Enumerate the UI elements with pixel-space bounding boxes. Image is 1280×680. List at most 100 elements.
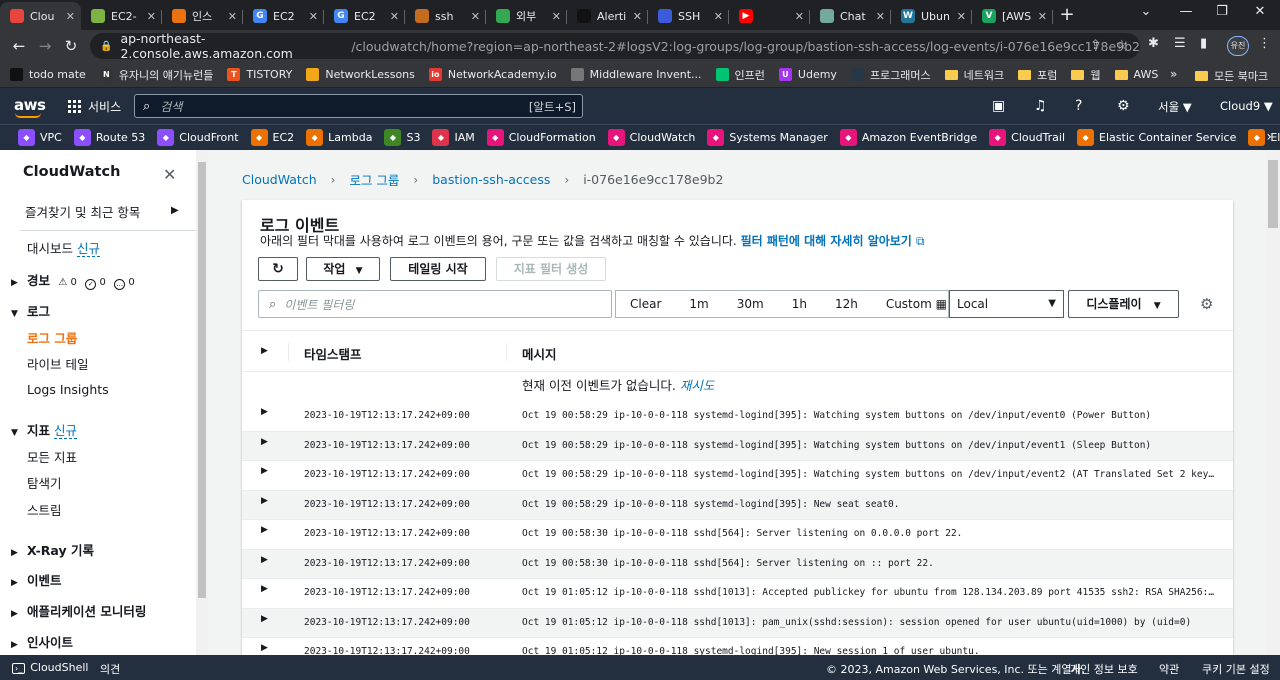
aws-favorite-service[interactable]: ◆ VPC [18,129,62,146]
time-option-1h[interactable]: 1h [778,297,821,311]
tab-close-icon[interactable]: ✕ [147,10,156,23]
aws-favorite-service[interactable]: ◆ CloudWatch [607,129,695,146]
sidebar-section-app-monitoring[interactable]: ▶ 애플리케이션 모니터링 [11,601,146,620]
bookmark-item[interactable]: 인프런 [715,67,765,83]
sidebar-item-streams[interactable]: 스트림 [27,500,62,519]
sidebar-scrollbar-thumb[interactable] [198,162,206,598]
aws-favorite-service[interactable]: ◆ CloudFormation [486,129,596,146]
bookmark-folder[interactable]: AWS [1114,68,1158,81]
all-bookmarks[interactable]: 모든 북마크 [1195,68,1268,84]
caret-right-icon[interactable]: ▶ [261,346,268,356]
browser-menu-icon[interactable]: ⋮ [1258,36,1271,51]
tab-close-icon[interactable]: ✕ [552,10,561,23]
aws-favorite-service[interactable]: ◆ Lambda [306,129,372,146]
cookie-preferences-link[interactable]: 쿠키 기본 설정 [1202,661,1270,677]
browser-tab[interactable]: W Ubun ✕ [891,2,972,30]
window-close-icon[interactable]: ✕ [1242,4,1278,19]
sidebar-item-logs-insights[interactable]: Logs Insights [27,382,109,397]
start-tailing-button[interactable]: 테일링 시작 [390,257,486,281]
aws-favorite-service[interactable]: ◆ CloudFront [157,129,239,146]
caret-right-icon[interactable]: ▶ [261,525,268,535]
sidebar-item-dashboard[interactable]: 대시보드 신규 [27,238,101,257]
aws-favorite-service[interactable]: ◆ Systems Manager [707,129,828,146]
aws-favorite-service[interactable]: ◆ Elastic Container Service [1077,129,1236,146]
cloudshell-icon[interactable]: ▣ [992,98,1005,114]
browser-tab[interactable]: 인스 ✕ [162,2,243,30]
bookmark-item[interactable]: NetworkLessons [306,68,415,81]
sidebar-item-explorer[interactable]: 탐색기 [27,473,62,492]
browser-tab[interactable]: ▶ ✕ [729,2,810,30]
sidebar-section-metrics[interactable]: ▼ 지표 신규 [11,420,78,439]
caret-right-icon[interactable]: ▶ [261,437,268,447]
sidebar-section-insights[interactable]: ▶ 인사이트 [11,632,73,651]
tab-close-icon[interactable]: ✕ [714,10,723,23]
browser-tab[interactable]: G EC2 ✕ [243,2,324,30]
feedback-link[interactable]: 의견 [100,661,120,677]
services-menu[interactable]: 서비스 [68,98,121,115]
caret-right-icon[interactable]: ▶ [261,496,268,506]
sidebar-section-alarms[interactable]: ▶ 경보 ⚠ 0 ✓ 0 … 0 [11,270,135,290]
caret-right-icon[interactable]: ▶ [261,466,268,476]
bookmark-folder[interactable]: 포럼 [1018,67,1057,83]
forward-icon[interactable]: → [34,36,56,56]
aws-favorite-service[interactable]: ◆ IAM [432,129,475,146]
caret-right-icon[interactable]: ▶ [171,205,179,216]
aws-favorite-service[interactable]: ◆ EC2 [250,129,294,146]
sidebar-favorites[interactable]: 즐겨찾기 및 최근 항목 [25,202,140,221]
bookmarks-more-icon[interactable]: » [1170,67,1177,81]
log-event-row[interactable]: ▶ 2023-10-19T12:13:17.242+09:00 Oct 19 00:… [242,520,1233,550]
breadcrumb-log-groups[interactable]: 로그 그룹 [349,170,399,189]
log-event-row[interactable]: ▶ 2023-10-19T12:13:17.242+09:00 Oct 19 01:… [242,608,1233,638]
browser-tab[interactable]: SSH ✕ [648,2,729,30]
breadcrumb-log-group[interactable]: bastion-ssh-access [432,172,550,187]
cloudshell-link[interactable]: ›_ CloudShell [12,661,88,674]
terms-link[interactable]: 약관 [1159,661,1179,677]
extensions-icon[interactable]: ✱ [1148,36,1159,51]
bookmark-item[interactable]: N 유자니의 얘기뉴런들 [99,67,213,83]
side-panel-icon[interactable]: ▮ [1200,36,1207,51]
browser-tab[interactable]: ssh ✕ [405,2,486,30]
tab-close-icon[interactable]: ✕ [633,10,642,23]
bookmark-item[interactable]: io NetworkAcademy.io [428,68,557,81]
browser-tab[interactable]: Chat ✕ [810,2,891,30]
aws-favorite-service[interactable]: ◆ CloudTrail [989,129,1065,146]
tab-close-icon[interactable]: ✕ [957,10,966,23]
aws-search-input[interactable]: ⌕ 검색 [알트+S] [134,94,583,118]
display-button[interactable]: 디스플레이 ▼ [1068,290,1179,318]
aws-logo[interactable]: aws [14,96,46,118]
caret-right-icon[interactable]: ▶ [261,555,268,565]
browser-tab[interactable]: EC2- ✕ [81,2,162,30]
aws-favorite-service[interactable]: ◆ S3 [384,129,420,146]
learn-more-link[interactable]: 필터 패턴에 대해 자세히 알아보기 ⧉ [741,234,925,248]
profile-avatar[interactable]: 유진 [1227,36,1249,56]
column-message[interactable]: 메시지 [522,344,557,363]
sidebar-section-events[interactable]: ▶ 이벤트 [11,570,62,589]
refresh-button[interactable]: ↻ [258,257,298,281]
bookmark-folder[interactable]: 웹 [1071,67,1101,83]
time-option-30m[interactable]: 30m [723,297,778,311]
tab-close-icon[interactable]: ✕ [309,10,318,23]
tab-close-icon[interactable]: ✕ [795,10,804,23]
minimize-icon[interactable]: — [1168,4,1204,19]
log-event-row[interactable]: ▶ 2023-10-19T12:13:17.242+09:00 Oct 19 00:… [242,490,1233,520]
browser-tab[interactable]: G EC2 ✕ [324,2,405,30]
caret-right-icon[interactable]: ▶ [261,643,268,653]
sidebar-item-log-groups[interactable]: 로그 그룹 [27,328,77,347]
create-metric-filter-button[interactable]: 지표 필터 생성 [496,257,606,281]
gear-icon[interactable]: ⚙ [1200,295,1213,313]
tab-close-icon[interactable]: ✕ [66,10,75,23]
bookmark-item[interactable]: Middleware Invent... [570,68,702,81]
time-option-12h[interactable]: 12h [821,297,872,311]
privacy-link[interactable]: 개인 정보 보호 [1070,661,1138,677]
log-event-row[interactable]: ▶ 2023-10-19T12:13:17.242+09:00 Oct 19 00:… [242,549,1233,579]
caret-right-icon[interactable]: ▶ [261,407,268,417]
close-icon[interactable]: ✕ [163,165,176,184]
reading-list-icon[interactable]: ☰ [1174,36,1186,51]
event-filter-input[interactable]: ⌕ 이벤트 필터링 [258,290,612,318]
breadcrumb-cloudwatch[interactable]: CloudWatch [242,172,317,187]
log-event-row[interactable]: ▶ 2023-10-19T12:13:17.242+09:00 Oct 19 00:… [242,431,1233,461]
account-menu[interactable]: Cloud9 ▼ [1220,99,1273,113]
caret-right-icon[interactable]: ▶ [261,614,268,624]
browser-tab[interactable]: V [AWS ✕ [972,2,1053,30]
bookmark-item[interactable]: todo mate [10,68,86,81]
